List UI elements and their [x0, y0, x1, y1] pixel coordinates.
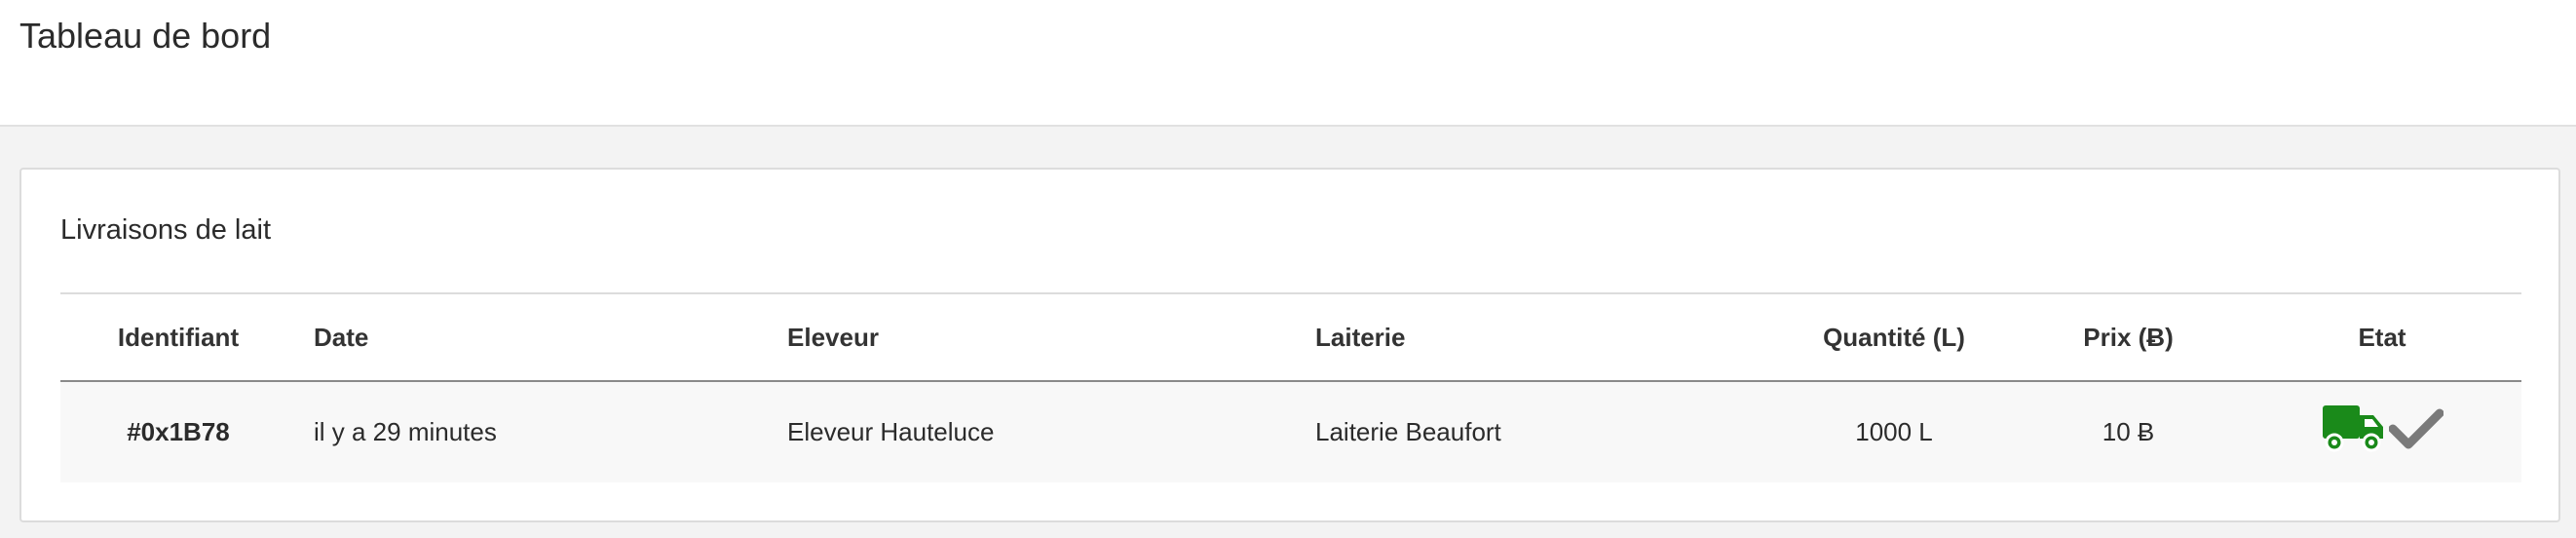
table-header-row: Identifiant Date Eleveur Laiterie Quanti…: [60, 293, 2521, 381]
column-header-laiterie[interactable]: Laiterie: [1315, 293, 1774, 381]
status-icons: [2321, 404, 2443, 454]
delivery-date: il y a 29 minutes: [314, 417, 497, 446]
truck-icon: [2321, 404, 2385, 454]
column-header-prix[interactable]: Prix (Ƀ): [2014, 293, 2243, 381]
table-row[interactable]: #0x1B78 il y a 29 minutes Eleveur Hautel…: [60, 381, 2521, 482]
column-header-etat[interactable]: Etat: [2243, 293, 2521, 381]
check-icon: [2389, 407, 2443, 450]
column-header-eleveur[interactable]: Eleveur: [787, 293, 1315, 381]
delivery-id[interactable]: #0x1B78: [60, 381, 296, 482]
delivery-laiterie: Laiterie Beaufort: [1315, 417, 1501, 446]
header: Tableau de bord: [0, 0, 2576, 127]
deliveries-card: Livraisons de lait Identifiant Date Elev…: [19, 168, 2560, 522]
delivery-eleveur: Eleveur Hauteluce: [787, 417, 995, 446]
column-header-identifiant[interactable]: Identifiant: [60, 293, 296, 381]
page-title: Tableau de bord: [19, 16, 272, 56]
deliveries-table: Identifiant Date Eleveur Laiterie Quanti…: [60, 292, 2521, 482]
card-title: Livraisons de lait: [60, 214, 271, 246]
delivery-quantite: 1000 L: [1855, 417, 1933, 446]
delivery-prix: 10 Ƀ: [2102, 417, 2155, 446]
delivery-etat: [2243, 381, 2521, 482]
column-header-date[interactable]: Date: [296, 293, 787, 381]
column-header-quantite[interactable]: Quantité (L): [1774, 293, 2014, 381]
